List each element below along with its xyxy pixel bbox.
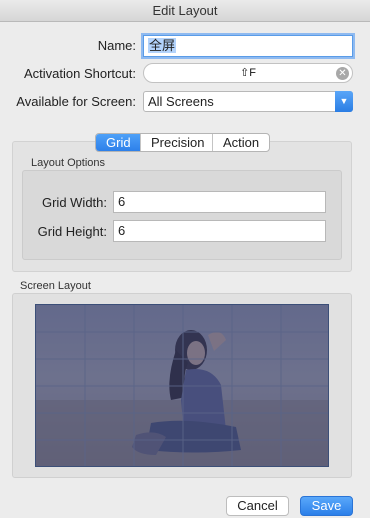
shortcut-recorder[interactable]: ⇧F ✕ — [143, 63, 353, 83]
shortcut-value: ⇧F — [240, 67, 256, 79]
layout-options-box — [22, 170, 342, 260]
name-field[interactable]: 全屏 — [143, 35, 353, 57]
tab-grid[interactable]: Grid — [96, 134, 141, 151]
grid-height-field[interactable]: 6 — [113, 220, 326, 242]
save-button[interactable]: Save — [300, 496, 353, 516]
clear-shortcut-icon[interactable]: ✕ — [336, 67, 349, 80]
name-value: 全屏 — [148, 38, 177, 53]
shortcut-label: Activation Shortcut: — [24, 66, 136, 81]
screen-select-value: All Screens — [148, 94, 214, 109]
name-label: Name: — [97, 38, 136, 53]
tab-bar: Grid Precision Action — [95, 133, 270, 152]
window-title: Edit Layout — [152, 3, 218, 18]
tab-precision[interactable]: Precision — [141, 134, 213, 151]
grid-width-value: 6 — [118, 194, 126, 209]
tab-action[interactable]: Action — [213, 134, 269, 151]
grid-width-label: Grid Width: — [41, 195, 107, 210]
screen-select[interactable]: All Screens ▼ — [143, 91, 353, 112]
grid-height-label: Grid Height: — [37, 224, 107, 239]
window-title-bar: Edit Layout — [0, 0, 370, 22]
screen-label: Available for Screen: — [16, 94, 136, 109]
screen-layout-preview[interactable] — [35, 304, 329, 467]
grid-width-field[interactable]: 6 — [113, 191, 326, 213]
cancel-button[interactable]: Cancel — [226, 496, 289, 516]
screen-layout-title: Screen Layout — [20, 280, 91, 292]
layout-options-title: Layout Options — [31, 157, 105, 169]
chevron-down-icon[interactable]: ▼ — [335, 91, 353, 112]
grid-height-value: 6 — [118, 223, 126, 238]
wallpaper-image — [36, 305, 328, 466]
